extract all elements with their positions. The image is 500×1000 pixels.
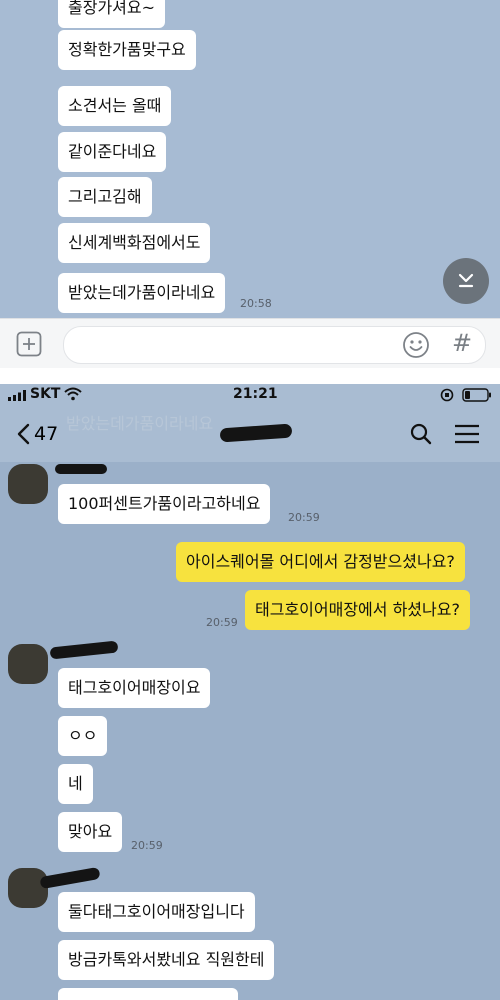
message-bubble: 둘다태그호이어매장입니다 — [58, 892, 255, 932]
unread-count: 47 — [34, 423, 59, 445]
wifi-icon — [64, 387, 82, 401]
orientation-lock-icon — [440, 388, 454, 402]
message-time: 20:59 — [131, 839, 163, 852]
message-time: 20:59 — [288, 511, 320, 524]
message-bubble: 네 — [58, 764, 93, 804]
plus-icon[interactable] — [16, 331, 42, 357]
message-bubble: 신세계백화점에서도 — [58, 223, 211, 263]
battery-icon — [462, 388, 491, 402]
message-bubble: 100퍼센트가품이라고하네요 — [58, 484, 271, 524]
message-bubble: 태그호이어매장이요 — [58, 668, 211, 708]
faded-previous-message: 받았는데가품이라네요 — [66, 414, 214, 433]
message-time: 20:58 — [240, 297, 272, 310]
signal-icon — [8, 390, 26, 401]
status-time: 21:21 — [233, 386, 278, 402]
chat-header: 받았는데가품이라네요 47 — [0, 406, 500, 463]
message-bubble: 출장가셔요~ — [58, 0, 166, 28]
redacted-name — [49, 640, 119, 660]
menu-icon[interactable] — [454, 424, 480, 444]
message-bubble: ㅇㅇ — [58, 716, 108, 756]
scroll-to-bottom-button[interactable] — [443, 258, 489, 304]
message-time: 20:59 — [206, 616, 238, 629]
message-bubble: 방금카톡와서봤네요 직원한테 — [58, 940, 275, 980]
my-message-bubble: 태그호이어매장에서 하셨나요? — [245, 590, 470, 630]
search-icon[interactable] — [409, 422, 433, 446]
message-bubble: 같이준다네요 — [58, 132, 167, 172]
screenshot-divider — [0, 368, 500, 384]
hash-button[interactable]: # — [448, 328, 476, 358]
status-bar: SKT 21:21 — [0, 384, 500, 406]
avatar[interactable] — [8, 644, 48, 684]
avatar[interactable] — [8, 464, 48, 504]
avatar[interactable] — [8, 868, 48, 908]
chat-area: 100퍼센트가품이라고하네요 20:59 아이스퀘어몰 어디에서 감정받으셨나요… — [0, 462, 500, 1000]
message-bubble-partial — [58, 988, 238, 1000]
message-bubble: 받았는데가품이라네요 — [58, 273, 226, 313]
redacted-title — [219, 423, 293, 443]
chevron-down-icon — [458, 273, 474, 288]
back-chevron-icon — [17, 423, 30, 445]
message-bubble: 정확한가품맞구요 — [58, 30, 196, 70]
redacted-name — [39, 866, 101, 890]
back-button[interactable]: 47 — [16, 420, 58, 448]
carrier-label: SKT — [30, 386, 61, 402]
message-bubble: 맞아요 — [58, 812, 123, 852]
emoji-icon[interactable] — [402, 331, 430, 359]
message-bubble: 그리고김해 — [58, 177, 152, 217]
message-bubble: 소견서는 올때 — [58, 86, 172, 126]
my-message-bubble: 아이스퀘어몰 어디에서 감정받으셨나요? — [176, 542, 465, 582]
top-chat-screen: 출장가셔요~ 정확한가품맞구요 소견서는 올때 같이준다네요 그리고김해 신세계… — [0, 0, 500, 318]
redacted-name — [55, 464, 107, 474]
